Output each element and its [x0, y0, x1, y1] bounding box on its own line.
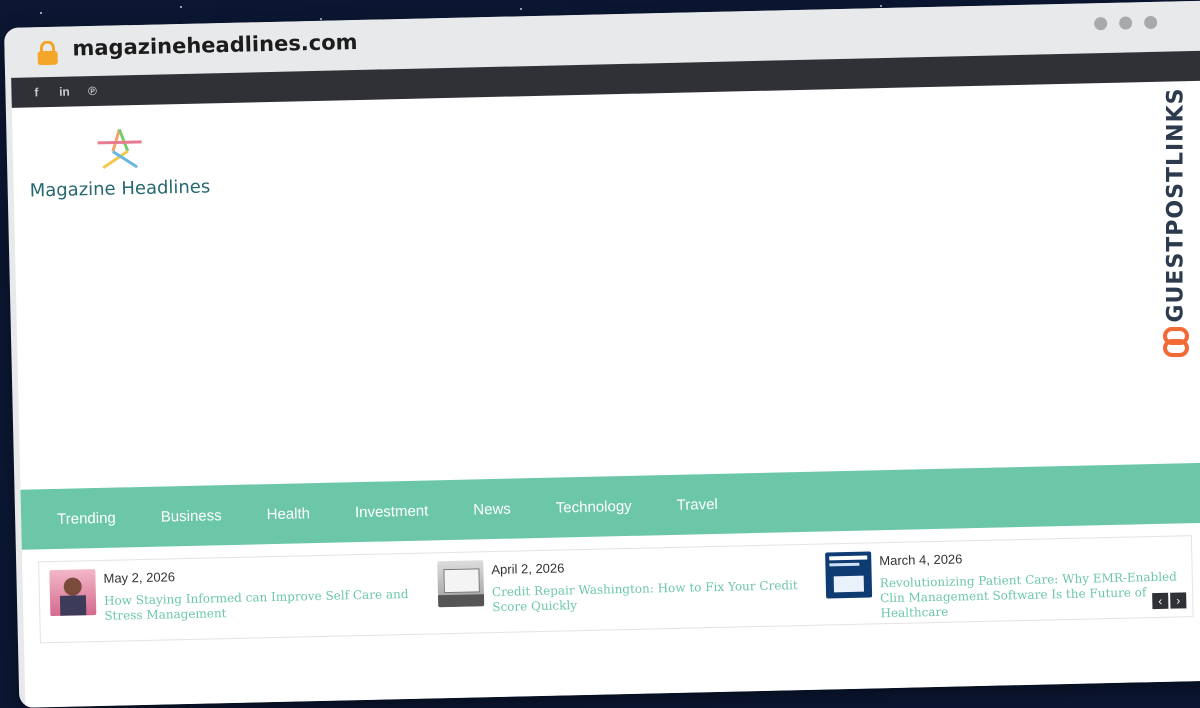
main-nav: Trending Business Health Investment News…: [20, 462, 1200, 550]
ticker-item[interactable]: March 4, 2026 Revolutionizing Patient Ca…: [825, 544, 1182, 622]
nav-item-business[interactable]: Business: [161, 507, 222, 525]
guestpostlinks-badge: GUESTPOSTLINKS: [1158, 55, 1194, 357]
ticker-date: March 4, 2026: [879, 551, 963, 569]
ticker-title[interactable]: Credit Repair Washington: How to Fix You…: [492, 578, 819, 615]
nav-item-technology[interactable]: Technology: [556, 497, 632, 516]
nav-item-travel[interactable]: Travel: [676, 495, 718, 513]
site-logo[interactable]: Magazine Headlines: [28, 125, 211, 202]
ticker-item[interactable]: May 2, 2026 How Staying Informed can Imp…: [49, 561, 430, 625]
link-icon: [1163, 327, 1189, 357]
window-dot-1[interactable]: [1094, 16, 1108, 31]
address-bar-url[interactable]: magazineheadlines.com: [72, 30, 358, 60]
facebook-icon[interactable]: f: [29, 85, 43, 99]
lock-icon: [37, 40, 58, 66]
window-controls: [1094, 15, 1158, 31]
ticker-thumbnail: [49, 569, 97, 617]
news-ticker: May 2, 2026 How Staying Informed can Imp…: [38, 535, 1194, 644]
nav-item-investment[interactable]: Investment: [355, 502, 429, 521]
logo-text: Magazine Headlines: [29, 176, 211, 202]
ticker-thumbnail: [825, 551, 873, 599]
pinterest-icon[interactable]: ℗: [85, 84, 99, 98]
browser-window: magazineheadlines.com f in ℗ Magazine He…: [4, 0, 1200, 708]
ticker-title[interactable]: How Staying Informed can Improve Self Ca…: [104, 586, 431, 623]
web-page: f in ℗ Magazine Headlines Trending Busin…: [11, 50, 1200, 708]
chevron-right-icon[interactable]: ›: [1170, 592, 1187, 609]
window-dot-2[interactable]: [1119, 16, 1133, 30]
nav-item-trending[interactable]: Trending: [57, 509, 116, 527]
ticker-date: April 2, 2026: [491, 560, 565, 578]
badge-text: GUESTPOSTLINKS: [1163, 87, 1189, 323]
window-dot-3[interactable]: [1144, 15, 1158, 30]
nav-item-news[interactable]: News: [473, 500, 511, 518]
ticker-item[interactable]: April 2, 2026 Credit Repair Washington: …: [437, 553, 818, 617]
star-logo-icon: [97, 128, 142, 170]
chevron-left-icon[interactable]: ‹: [1152, 592, 1169, 610]
linkedin-icon[interactable]: in: [57, 84, 71, 99]
nav-item-health[interactable]: Health: [266, 505, 310, 523]
ticker-date: May 2, 2026: [103, 569, 176, 586]
ticker-title[interactable]: Revolutionizing Patient Care: Why EMR-En…: [880, 569, 1183, 621]
ticker-thumbnail: [437, 560, 485, 608]
ticker-controls: ‹ ›: [1152, 592, 1187, 610]
